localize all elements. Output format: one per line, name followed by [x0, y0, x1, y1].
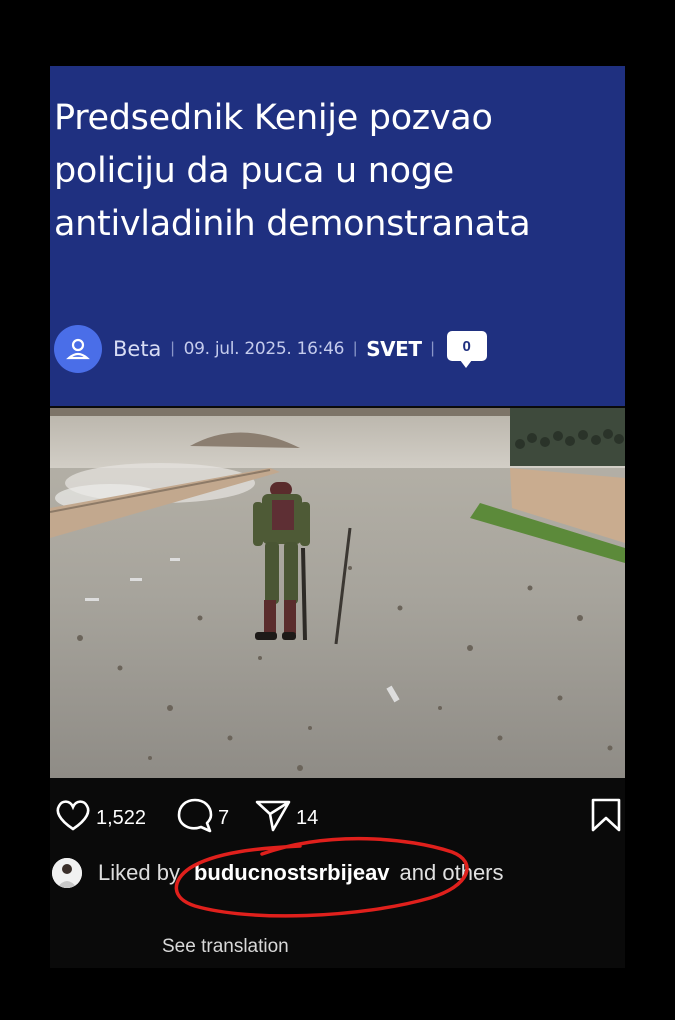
article-headline[interactable]: Predsednik Kenije pozvao policiju da puc… — [54, 92, 609, 251]
like-count: 1,522 — [96, 806, 147, 829]
article-author[interactable]: Beta — [113, 337, 161, 361]
comment-button[interactable]: 7 — [176, 796, 229, 840]
comment-count-badge[interactable]: 0 — [446, 331, 487, 368]
meta-divider: | — [430, 340, 435, 357]
meta-divider: | — [170, 340, 175, 357]
article-section[interactable]: SVET — [366, 337, 422, 361]
article-date: 09. jul. 2025. 16:46 — [183, 339, 345, 359]
heart-icon — [54, 797, 92, 839]
share-icon — [254, 797, 292, 839]
liked-by-others[interactable]: and others — [400, 860, 504, 886]
comment-count: 7 — [218, 806, 230, 829]
avatar[interactable] — [52, 858, 82, 888]
bookmark-icon — [590, 797, 622, 839]
screenshot-frame: Predsednik Kenije pozvao policiju da puc… — [50, 66, 625, 968]
article-photo — [50, 408, 625, 778]
comment-icon — [176, 797, 214, 839]
like-button[interactable]: 1,522 — [54, 796, 146, 840]
user-icon — [54, 325, 102, 373]
see-translation-link[interactable]: See translation — [162, 936, 289, 958]
liked-by-row: Liked by buducnostsrbijeav and others — [52, 856, 622, 890]
liked-by-label: Liked by — [98, 860, 180, 885]
article-header: Predsednik Kenije pozvao policiju da puc… — [50, 66, 625, 406]
meta-divider: | — [353, 340, 358, 357]
liked-by-username[interactable]: buducnostsrbijeav — [194, 860, 390, 886]
share-button[interactable]: 14 — [254, 796, 318, 840]
article-meta: Beta | 09. jul. 2025. 16:46 | SVET | 0 — [54, 324, 614, 374]
post-actions: 1,522 7 14 — [50, 796, 625, 840]
share-count: 14 — [296, 806, 319, 829]
bookmark-button[interactable] — [590, 796, 622, 840]
